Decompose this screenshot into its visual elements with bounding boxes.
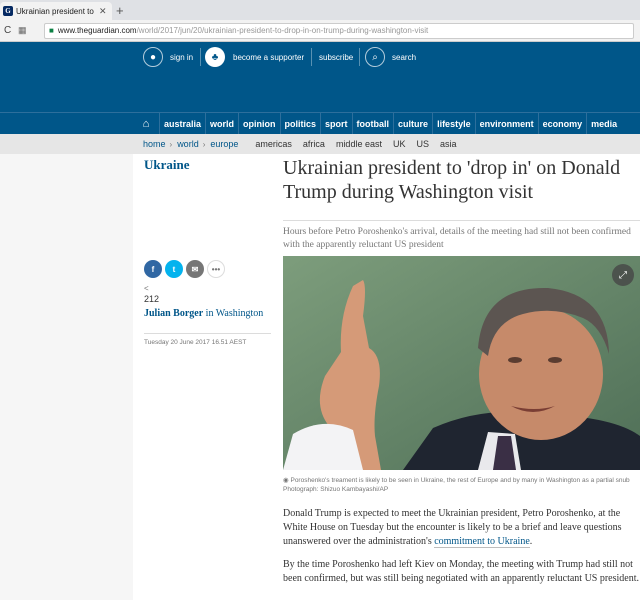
nav-item-culture[interactable]: culture [393,113,432,135]
breadcrumb-europe[interactable]: europe [210,139,238,149]
subnav-item-africa[interactable]: africa [303,139,325,149]
article-paragraph: By the time Poroshenko had left Kiev on … [283,559,640,584]
nav-item-lifestyle[interactable]: lifestyle [432,113,475,135]
search-link[interactable]: ⌕ search [365,46,416,68]
chevron-right-icon: › [169,139,173,149]
close-tab-icon[interactable]: ✕ [99,6,107,17]
header-divider [359,48,360,66]
author-location: in Washington [205,308,264,319]
nav-item-politics[interactable]: politics [279,113,321,135]
share-count-value: 212 [144,294,160,304]
browser-tab[interactable]: G Ukrainian president to 'dr… ✕ [0,2,112,20]
article-paragraph: Donald Trump is expected to meet the Ukr… [283,507,640,549]
sign-in-label: sign in [170,52,194,62]
site-header: ● sign in ♣ become a supporter subscribe… [0,42,640,112]
section-label[interactable]: Ukraine [144,157,190,173]
camera-icon: ◉ [283,477,289,484]
share-count: < 212 [144,284,159,304]
nav-item-football[interactable]: football [351,113,394,135]
user-icon: ● [143,47,163,67]
article-headline: Ukrainian president to 'drop in' on Dona… [283,157,621,203]
subscribe-link[interactable]: subscribe [319,46,353,68]
tab-title: Ukrainian president to 'dr… [16,6,96,16]
browser-tabbar: G Ukrainian president to 'dr… ✕ + [0,0,640,20]
page-gutter [0,154,133,600]
byline: Julian Borger in Washington [144,308,263,319]
sign-in-link[interactable]: ● sign in [143,46,193,68]
article-content: Ukraine Ukrainian president to 'drop in'… [133,154,640,600]
sub-navigation: home › world › europe americas africa mi… [0,134,640,154]
url-field[interactable]: ■ www.theguardian.com/world/2017/jun/20/… [44,22,634,39]
nav-item-environment[interactable]: environment [474,113,538,135]
paragraph-text-end: . [529,536,533,547]
email-share-icon[interactable]: ✉ [186,260,204,278]
facebook-share-icon[interactable]: f [144,260,162,278]
breadcrumb-world[interactable]: world [177,139,199,149]
twitter-share-icon[interactable]: t [165,260,183,278]
publication-date: Tuesday 20 June 2017 16.51 AEST [144,333,271,346]
home-icon[interactable]: ⌂ [133,113,159,135]
subnav-item-middle-east[interactable]: middle east [336,139,382,149]
photo-caption: ◉ Poroshenko's treament is likely to be … [283,476,640,494]
chevron-right-icon: › [202,139,206,149]
nav-item-economy[interactable]: economy [537,113,587,135]
nav-item-australia[interactable]: australia [159,113,205,135]
reload-icon[interactable]: C [4,25,18,36]
expand-image-icon[interactable]: ⤢ [612,264,634,286]
article-photo: ⤢ [283,256,640,470]
header-divider [200,48,201,66]
url-path: /world/2017/jun/20/ukrainian-president-t… [136,26,429,35]
main-navigation: ⌂ australia world opinion politics sport… [0,112,640,135]
subnav-item-americas[interactable]: americas [255,139,292,149]
lock-icon: ■ [49,26,54,35]
breadcrumb-home[interactable]: home [143,139,166,149]
search-icon: ⌕ [365,47,385,67]
poroshenko-photo [283,256,640,470]
nav-item-sport[interactable]: sport [320,113,352,135]
become-supporter-link[interactable]: ♣ become a supporter [205,46,304,68]
apps-grid-icon[interactable]: ▦ [18,25,34,36]
address-bar: C ▦ ■ www.theguardian.com/world/2017/jun… [0,20,640,42]
become-supporter-label: become a supporter [233,52,305,62]
nav-item-media[interactable]: media [586,113,621,135]
nav-item-opinion[interactable]: opinion [238,113,280,135]
header-divider [311,48,312,66]
headline-divider [283,220,640,221]
subnav-item-us[interactable]: US [416,139,429,149]
commitment-to-ukraine-link[interactable]: commitment to Ukraine [434,536,530,548]
article-standfirst: Hours before Petro Poroshenko's arrival,… [283,227,631,250]
share-buttons: f t ✉ ••• [144,260,225,278]
nav-item-world[interactable]: world [205,113,238,135]
url-host: www.theguardian.com [57,26,137,35]
share-icon: < [144,284,149,293]
subscribe-label: subscribe [319,52,354,62]
search-label: search [392,52,417,62]
author-link[interactable]: Julian Borger [144,308,203,319]
guardian-favicon: G [3,6,13,16]
subnav-item-uk[interactable]: UK [393,139,406,149]
supporter-icon: ♣ [205,47,225,67]
subnav-item-asia[interactable]: asia [440,139,457,149]
photo-caption-text: Poroshenko's treament is likely to be se… [283,477,630,493]
more-share-icon[interactable]: ••• [207,260,225,278]
new-tab-button[interactable]: + [116,3,124,18]
